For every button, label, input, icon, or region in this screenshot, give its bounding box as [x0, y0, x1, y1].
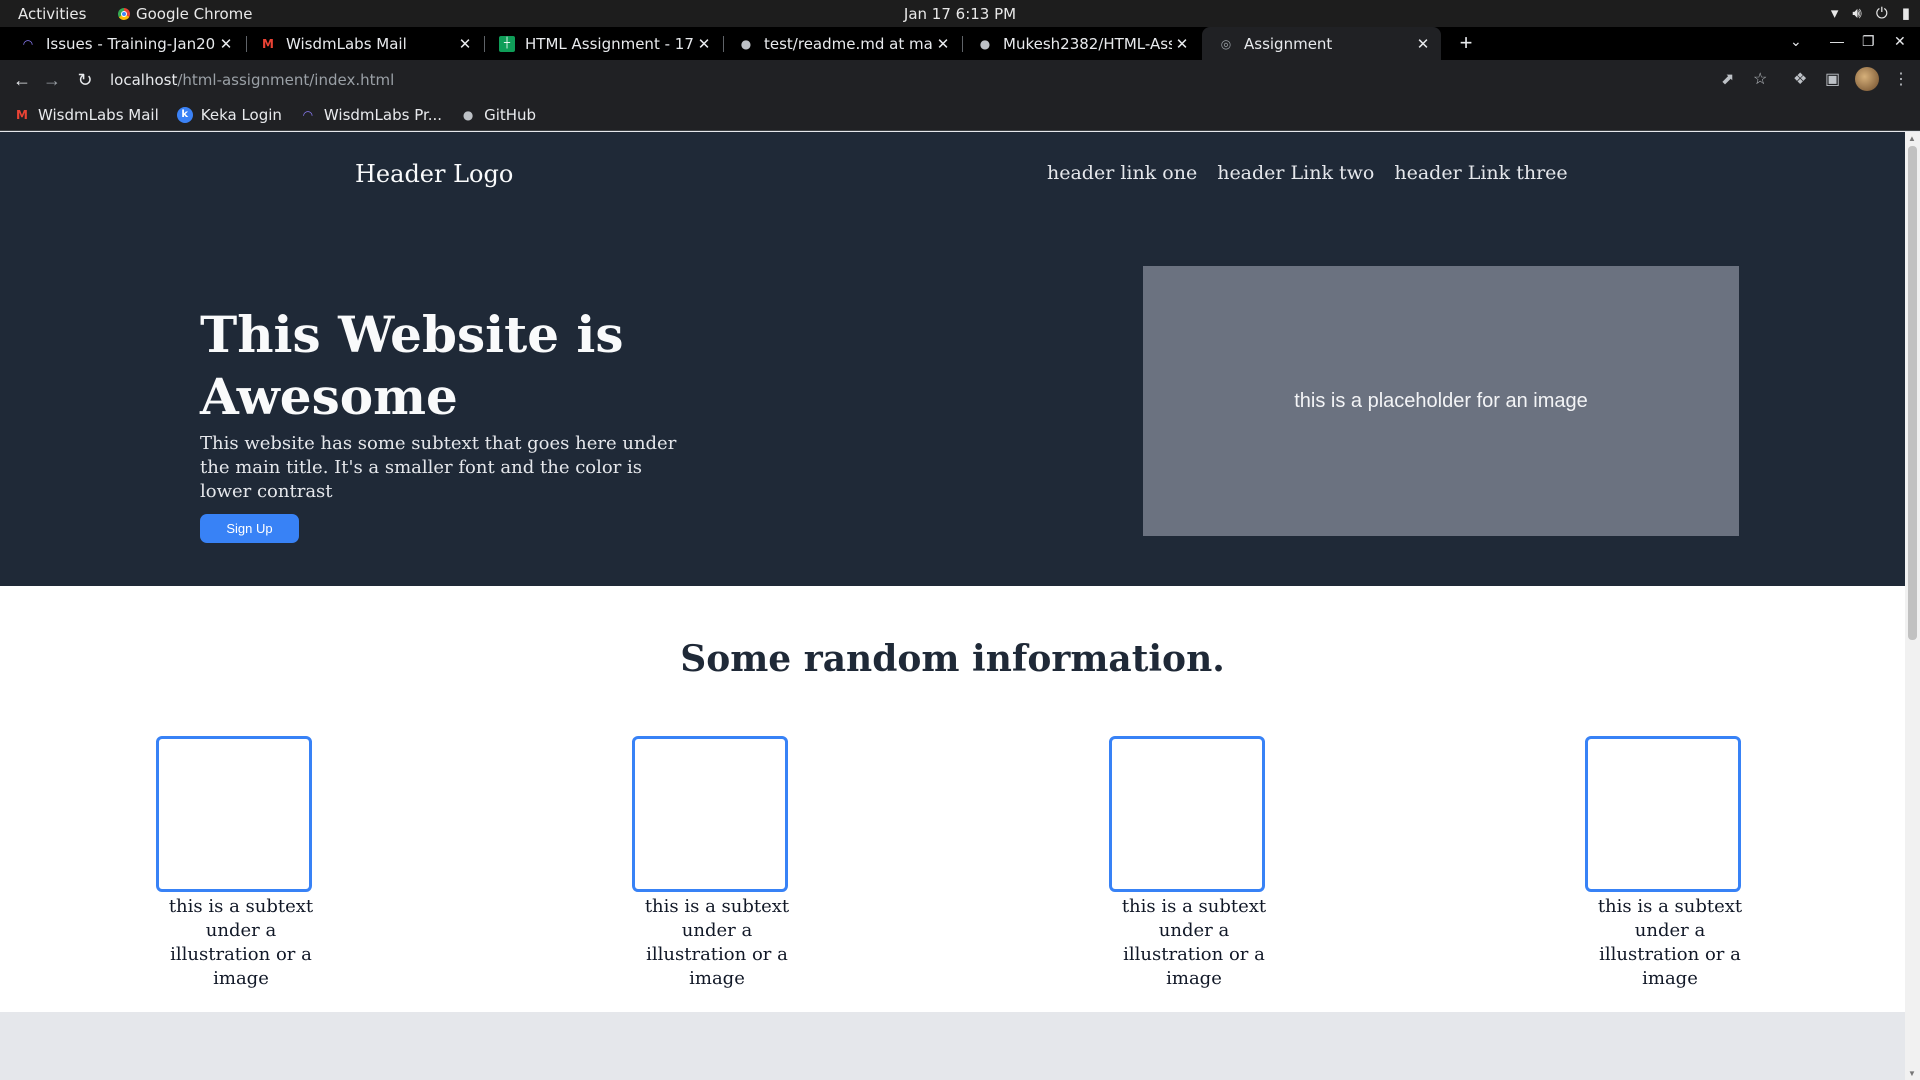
- side-panel-icon[interactable]: ▣: [1825, 69, 1840, 89]
- close-icon[interactable]: ✕: [694, 35, 714, 53]
- hero-title: This Website is Awesome: [200, 305, 624, 426]
- hero-section: Header Logo header link one header Link …: [0, 132, 1905, 586]
- tab-title: test/readme.md at main: [764, 34, 933, 53]
- bookmark-wisdmlabs-pr[interactable]: ◠ WisdmLabs Pr...: [300, 106, 442, 124]
- illustration-box: [1585, 736, 1741, 892]
- bookmark-label: GitHub: [484, 105, 537, 124]
- wifi-icon: ▾: [1830, 4, 1839, 22]
- tab-html-assignment[interactable]: ┼ HTML Assignment - 17-01 ✕: [483, 27, 722, 60]
- gmail-icon: M: [16, 107, 28, 122]
- illustration-box: [1109, 736, 1265, 892]
- url-host: localhost: [110, 70, 178, 89]
- bookmark-label: WisdmLabs Mail: [38, 105, 159, 124]
- tab-wisdmlabs-mail[interactable]: M WisdmLabs Mail ✕: [244, 27, 483, 60]
- close-icon[interactable]: ✕: [933, 35, 953, 53]
- close-icon[interactable]: ✕: [1413, 35, 1433, 53]
- address-bar[interactable]: i localhost/html-assignment/index.html: [110, 64, 1765, 532]
- tab-title: Issues - Training-Jan2023: [46, 34, 216, 53]
- scroll-up-icon[interactable]: ▲: [1908, 134, 1916, 143]
- volume-icon: 🔊︎: [1852, 4, 1862, 22]
- illustration-box: [632, 736, 788, 892]
- globe-icon: ◎: [1220, 36, 1232, 51]
- header-link-one[interactable]: header link one: [1047, 162, 1197, 184]
- scrollbar-thumb[interactable]: [1908, 146, 1917, 640]
- power-icon: ⏻: [1875, 4, 1888, 22]
- info-card: this is a subtext under a illustration o…: [632, 736, 802, 991]
- minimize-icon[interactable]: —: [1830, 33, 1844, 49]
- info-card: this is a subtext under a illustration o…: [1585, 736, 1755, 991]
- tab-readme[interactable]: ● test/readme.md at main ✕: [722, 27, 961, 60]
- bookmarks-bar: M WisdmLabs Mail k Keka Login ◠ WisdmLab…: [0, 99, 1920, 131]
- illustration-box: [156, 736, 312, 892]
- tab-title: Mukesh2382/HTML-Assig: [1003, 34, 1172, 53]
- tab-issues[interactable]: ◠ Issues - Training-Jan2023 ✕: [4, 27, 244, 60]
- header-link-three[interactable]: header Link three: [1394, 162, 1567, 184]
- github-icon: ●: [979, 36, 991, 51]
- close-icon[interactable]: ✕: [216, 35, 236, 53]
- sheets-icon: ┼: [499, 35, 515, 52]
- extensions-icon[interactable]: ❖: [1793, 69, 1807, 89]
- reload-icon[interactable]: ↻: [73, 68, 97, 92]
- keka-icon: k: [176, 106, 193, 123]
- browser-toolbar: ← → ↻ i localhost/html-assignment/index.…: [0, 60, 1920, 532]
- bookmark-keka-login[interactable]: k Keka Login: [176, 105, 282, 124]
- wisdmlabs-icon: ◠: [303, 107, 313, 122]
- tab-github-repo[interactable]: ● Mukesh2382/HTML-Assig ✕: [961, 27, 1200, 60]
- info-card: this is a subtext under a illustration o…: [156, 736, 326, 991]
- bookmark-star-icon[interactable]: ☆: [1753, 69, 1767, 89]
- github-icon: ●: [740, 36, 752, 51]
- share-icon[interactable]: ⬈: [1721, 69, 1734, 89]
- tab-title: Assignment: [1244, 34, 1333, 53]
- card-caption: this is a subtext under a illustration o…: [1121, 896, 1267, 989]
- sign-up-button[interactable]: Sign Up: [200, 514, 299, 543]
- header-logo[interactable]: Header Logo: [355, 160, 513, 188]
- info-section: Some random information. this is a subte…: [0, 586, 1905, 1012]
- hero-subtext: This website has some subtext that goes …: [200, 433, 677, 502]
- clock[interactable]: Jan 17 6:13 PM: [0, 5, 1920, 23]
- bookmark-label: Keka Login: [200, 105, 282, 124]
- url-text[interactable]: localhost/html-assignment/index.html: [110, 71, 394, 89]
- tab-assignment[interactable]: ◎ Assignment ✕: [1202, 27, 1441, 60]
- scroll-down-icon[interactable]: ▼: [1908, 1069, 1916, 1078]
- close-icon[interactable]: ✕: [1172, 35, 1192, 53]
- os-top-bar: Activities Google Chrome Jan 17 6:13 PM …: [0, 0, 1920, 27]
- close-icon[interactable]: ✕: [455, 35, 475, 53]
- profile-avatar[interactable]: [1855, 67, 1879, 91]
- tab-title: WisdmLabs Mail: [286, 34, 407, 53]
- card-caption: this is a subtext under a illustration o…: [644, 896, 790, 989]
- wisdmlabs-icon: ◠: [22, 36, 34, 51]
- menu-kebab-icon[interactable]: ⋮: [1893, 69, 1909, 89]
- placeholder-text: this is a placeholder for an image: [1294, 389, 1588, 412]
- restore-icon[interactable]: ❐: [1862, 33, 1875, 50]
- footer-section: [0, 1012, 1905, 1080]
- info-title: Some random information.: [680, 638, 1225, 680]
- url-path: /html-assignment/index.html: [177, 70, 395, 89]
- new-tab-button[interactable]: +: [1453, 30, 1479, 56]
- hero-image-placeholder: this is a placeholder for an image: [1143, 266, 1739, 536]
- back-icon[interactable]: ←: [10, 68, 34, 92]
- bookmark-label: WisdmLabs Pr...: [323, 105, 443, 124]
- card-caption: this is a subtext under a illustration o…: [168, 896, 314, 989]
- bookmark-wisdmlabs-mail[interactable]: M WisdmLabs Mail: [14, 106, 159, 124]
- page-viewport: Header Logo header link one header Link …: [0, 132, 1905, 1080]
- card-caption: this is a subtext under a illustration o…: [1597, 896, 1743, 989]
- tab-title: HTML Assignment - 17-01: [525, 34, 694, 53]
- system-tray[interactable]: ▾ 🔊︎ ⏻ ▮: [1831, 4, 1910, 22]
- tab-strip: ◠ Issues - Training-Jan2023 ✕ M WisdmLab…: [0, 27, 1920, 60]
- forward-icon[interactable]: →: [40, 68, 64, 92]
- header-link-two[interactable]: header Link two: [1217, 162, 1374, 184]
- tab-search-icon[interactable]: ⌄: [1790, 33, 1802, 50]
- battery-icon: ▮: [1901, 4, 1910, 22]
- page-scrollbar[interactable]: ▲ ▼: [1905, 132, 1920, 1080]
- window-close-icon[interactable]: ✕: [1894, 33, 1906, 50]
- bookmark-github[interactable]: ● GitHub: [460, 106, 536, 124]
- gmail-icon: M: [262, 36, 274, 51]
- github-icon: ●: [462, 107, 474, 122]
- info-card: this is a subtext under a illustration o…: [1109, 736, 1279, 991]
- header-nav: header link one header Link two header L…: [1047, 162, 1568, 184]
